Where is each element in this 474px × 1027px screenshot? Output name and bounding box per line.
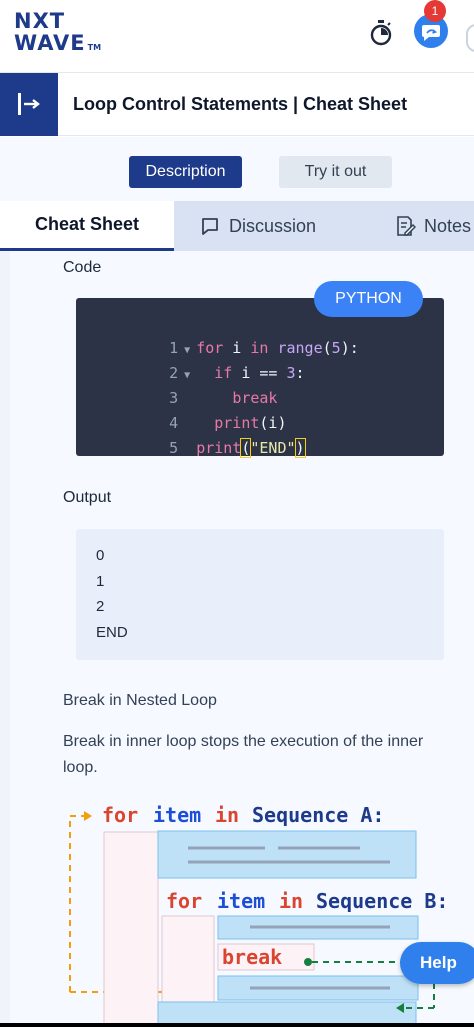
try-it-out-button[interactable]: Try it out: [279, 156, 392, 188]
break-dot: [304, 958, 312, 966]
code-line: 5 print("END"): [76, 411, 306, 458]
outer-body-block-2: [157, 1001, 417, 1023]
inner-sequence: Sequence B:: [316, 889, 448, 913]
title-bar: Loop Control Statements | Cheat Sheet: [0, 72, 474, 136]
break-keyword: break: [222, 945, 282, 969]
profile-avatar[interactable]: [466, 24, 474, 52]
code-label: Code: [63, 259, 102, 276]
code-block[interactable]: 1 ▼ for i in range(5): 2 ▼ if i == 3: 3 bre…: [76, 298, 444, 458]
app-header: NXT WAVE TM 1: [0, 0, 474, 72]
expand-sidebar-icon: [18, 93, 40, 115]
tab-cheat-sheet[interactable]: Cheat Sheet: [0, 201, 174, 251]
code-line: 3 break: [76, 361, 277, 407]
code-token: 5: [331, 339, 341, 357]
code-token: "END": [250, 439, 296, 457]
logo-line-2: WAVE: [14, 31, 86, 55]
cheat-sheet-content[interactable]: Code PYTHON 1 ▼ for i in range(5): 2 ▼ if i…: [0, 251, 474, 1023]
notification-badge: 1: [424, 0, 446, 22]
code-line: 2 ▼ if i == 3:: [76, 336, 304, 382]
code-token: ):: [340, 339, 359, 357]
outer-sequence: Sequence A:: [252, 803, 384, 827]
code-token: 3: [286, 364, 296, 382]
code-token: print: [196, 439, 242, 457]
code-token: :: [295, 364, 305, 382]
mode-bar: Description Try it out: [0, 137, 474, 201]
tab-notes[interactable]: Notes: [394, 201, 471, 251]
output-label: Output: [63, 489, 112, 506]
outer-for-keyword: for: [102, 803, 138, 827]
comment-icon: [202, 218, 218, 235]
output-line: 2: [96, 598, 105, 615]
inner-in-keyword: in: [279, 889, 303, 913]
outer-loop-arrow: [69, 815, 90, 992]
output-line: END: [96, 624, 128, 641]
tab-notes-label: Notes: [424, 216, 472, 236]
system-nav-bar: [0, 1023, 474, 1027]
section-description: Break in inner loop stops the execution …: [63, 733, 424, 776]
code-line: 1 ▼ for i in range(5):: [76, 311, 359, 357]
output-block: 0 1 2 END: [76, 529, 444, 660]
notes-icon: [397, 216, 416, 236]
section-heading: Break in Nested Loop: [63, 692, 217, 709]
output-line: 0: [96, 547, 105, 564]
logo-trademark: TM: [87, 43, 102, 52]
nxtwave-logo[interactable]: NXT WAVE TM: [14, 10, 101, 59]
sidebar-toggle-button[interactable]: [0, 73, 58, 136]
code-line: 4 print(i): [76, 386, 286, 432]
code-token: ): [294, 438, 306, 458]
tab-discussion-label: Discussion: [229, 216, 317, 236]
inner-for-var: item: [217, 889, 265, 913]
line-number: 5: [169, 439, 179, 457]
code-token: (: [322, 339, 332, 357]
outer-body-column: [103, 831, 159, 1023]
output-line: 1: [96, 573, 105, 590]
logo-line-1: NXT: [14, 9, 66, 33]
page-title: Loop Control Statements | Cheat Sheet: [73, 94, 408, 114]
stopwatch-icon[interactable]: [369, 19, 393, 47]
outer-body-block: [157, 830, 417, 879]
outer-in-keyword: in: [215, 803, 239, 827]
inner-for-keyword: for: [166, 889, 202, 913]
arrow-head-icon: [84, 811, 92, 821]
help-button[interactable]: Help: [400, 942, 474, 984]
content-tabs: Cheat Sheet Discussion Notes: [0, 201, 474, 251]
language-badge: PYTHON: [314, 281, 423, 317]
nested-loop-break-diagram: for item in Sequence A: for item in Sequ…: [69, 803, 448, 1023]
tab-discussion[interactable]: Discussion: [200, 201, 316, 251]
content-left-gutter: [0, 251, 10, 1023]
outer-for-var: item: [153, 803, 201, 827]
description-button[interactable]: Description: [129, 156, 242, 188]
